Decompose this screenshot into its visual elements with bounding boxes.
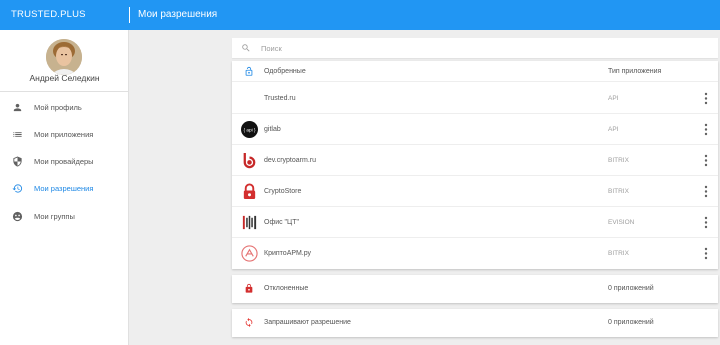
list-icon — [13, 132, 22, 137]
top-app-bar: TRUSTED.PLUS Мои разрешения — [0, 0, 720, 30]
sidebar-item-providers[interactable]: Мои провайдеры — [0, 151, 129, 173]
app-type-column-header: Тип приложения — [608, 68, 662, 75]
app-name: Trusted.ru — [264, 95, 296, 102]
more-vert-icon[interactable] — [702, 123, 710, 136]
app-row[interactable]: Офис "ЦТ" EVISION — [232, 207, 718, 238]
requesting-label: Запрашивают разрешение — [264, 319, 351, 326]
person-icon — [13, 103, 22, 112]
app-row[interactable]: КриптоАРМ.ру BITRIX — [232, 238, 718, 269]
sidebar: Андрей Селедкин Мой профиль Мои приложен… — [0, 30, 129, 345]
page-title: Мои разрешения — [138, 9, 218, 20]
topbar-divider — [129, 7, 130, 23]
sidebar-item-label: Мой профиль — [34, 103, 82, 112]
app-type: BITRIX — [608, 188, 629, 195]
sidebar-item-label: Мои приложения — [34, 130, 94, 139]
app-type: EVISION — [608, 219, 635, 226]
app-name: КриптоАРМ.ру — [264, 250, 312, 257]
rejected-label: Отклоненные — [264, 285, 309, 292]
bitrix-logo-icon — [243, 152, 256, 169]
approved-title: Одобренные — [264, 68, 306, 75]
more-vert-icon[interactable] — [702, 216, 710, 229]
sidebar-item-label: Мои группы — [34, 212, 75, 221]
rejected-apps-card[interactable]: Отклоненные 0 приложений — [232, 275, 718, 303]
approved-header[interactable]: Одобренные Тип приложения — [232, 61, 718, 82]
sidebar-item-label: Мои разрешения — [34, 184, 94, 193]
app-row[interactable]: CryptoStore BITRIX — [232, 176, 718, 207]
group-icon — [12, 211, 23, 222]
brand-logo[interactable]: TRUSTED.PLUS — [11, 9, 86, 20]
office-ct-icon — [242, 215, 257, 230]
app-name: Офис "ЦТ" — [264, 219, 299, 226]
app-row[interactable]: { api } gitlab API — [232, 114, 718, 145]
sidebar-item-label: Мои провайдеры — [34, 157, 94, 166]
sidebar-item-groups[interactable]: Мои группы — [0, 206, 129, 228]
app-name: CryptoStore — [264, 188, 302, 195]
more-vert-icon[interactable] — [702, 92, 710, 105]
api-badge-icon: { api } — [241, 121, 258, 138]
cryptoarm-icon — [241, 245, 258, 262]
app-type: API — [608, 95, 619, 102]
sidebar-item-permissions[interactable]: Мои разрешения — [0, 178, 129, 200]
sidebar-divider — [0, 91, 129, 92]
cryptostore-lock-icon — [243, 183, 256, 200]
lock-icon — [245, 283, 253, 293]
more-vert-icon[interactable] — [702, 247, 710, 260]
avatar[interactable] — [46, 39, 82, 75]
lock-open-icon — [245, 66, 253, 76]
app-row[interactable]: dev.cryptoarm.ru BITRIX — [232, 145, 718, 176]
approved-apps-card: Одобренные Тип приложения Trusted.ru API… — [232, 61, 718, 269]
more-vert-icon[interactable] — [702, 154, 710, 167]
sidebar-item-profile[interactable]: Мой профиль — [0, 97, 129, 119]
requesting-count: 0 приложений — [608, 319, 654, 326]
more-vert-icon[interactable] — [702, 185, 710, 198]
search-icon — [242, 44, 250, 52]
shield-icon — [13, 156, 22, 167]
app-name: gitlab — [264, 126, 281, 133]
app-type: API — [608, 126, 619, 133]
sidebar-item-apps[interactable]: Мои приложения — [0, 124, 129, 146]
svg-text:{ api }: { api } — [243, 127, 255, 133]
user-name: Андрей Селедкин — [29, 73, 100, 83]
rejected-count: 0 приложений — [608, 285, 654, 292]
search-bar — [232, 38, 718, 58]
app-row[interactable]: Trusted.ru API — [232, 83, 718, 114]
history-icon — [12, 184, 23, 193]
search-input[interactable] — [261, 41, 701, 55]
app-type: BITRIX — [608, 250, 629, 257]
requesting-apps-card[interactable]: Запрашивают разрешение 0 приложений — [232, 309, 718, 337]
app-type: BITRIX — [608, 157, 629, 164]
sync-icon — [245, 317, 253, 328]
app-name: dev.cryptoarm.ru — [264, 157, 316, 164]
avatar-photo — [46, 39, 82, 75]
